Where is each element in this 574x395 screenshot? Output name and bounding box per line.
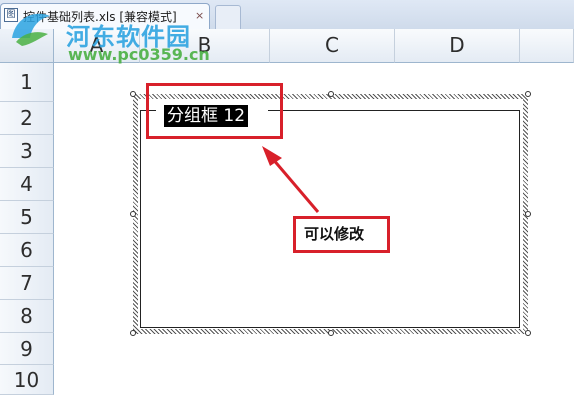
- annotation-callout: 可以修改: [293, 216, 390, 253]
- annotation-arrow: [262, 146, 320, 213]
